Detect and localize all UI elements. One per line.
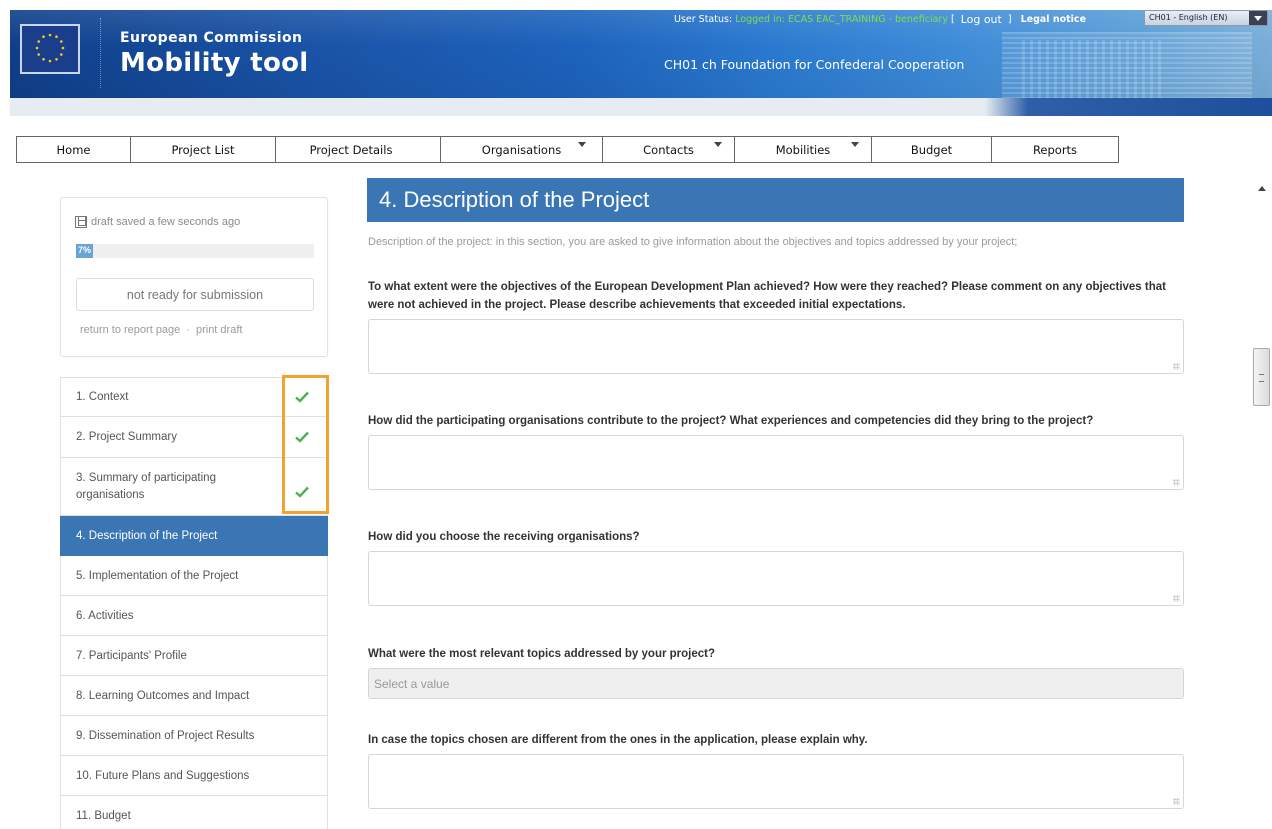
section-item-learning-outcomes[interactable]: 8. Learning Outcomes and Impact xyxy=(60,676,328,716)
section-description: Description of the project: in this sect… xyxy=(368,236,1018,248)
chevron-down-icon xyxy=(851,142,859,147)
nav-organisations[interactable]: Organisations xyxy=(441,137,603,162)
organisation-name: CH01 ch Foundation for Confederal Cooper… xyxy=(664,57,965,72)
draft-status-text: draft saved a few seconds ago xyxy=(91,216,241,228)
checkmark-icon xyxy=(295,391,309,403)
section-list: 1. Context 2. Project Summary 3. Summary… xyxy=(60,377,328,829)
checkmark-icon xyxy=(295,486,309,498)
nav-label: Contacts xyxy=(643,142,694,157)
nav-home[interactable]: Home xyxy=(17,137,131,162)
brand-commission: European Commission xyxy=(120,30,303,46)
nav-label: Project Details xyxy=(309,142,393,157)
question-topics-difference: In case the topics chosen are different … xyxy=(368,734,868,746)
report-links: return to report page · print draft xyxy=(80,324,242,336)
draft-status: draft saved a few seconds ago xyxy=(75,216,240,228)
language-select[interactable]: CH01 - English (EN) xyxy=(1144,10,1268,26)
section-item-dissemination[interactable]: 9. Dissemination of Project Results xyxy=(60,716,328,756)
section-label: 9. Dissemination of Project Results xyxy=(76,729,255,742)
section-label: 10. Future Plans and Suggestions xyxy=(76,769,250,782)
print-draft-link[interactable]: print draft xyxy=(196,324,242,336)
question-organisations-contribution: How did the participating organisations … xyxy=(368,415,1094,427)
nav-project-details[interactable]: Project Details xyxy=(276,137,441,162)
checkmark-icon xyxy=(295,431,309,443)
resize-grip-icon[interactable] xyxy=(1173,798,1180,805)
nav-label: Mobilities xyxy=(775,142,831,157)
section-label: 1. Context xyxy=(76,391,129,403)
draft-status-panel: draft saved a few seconds ago 7% not rea… xyxy=(60,197,328,357)
section-label: 2. Project Summary xyxy=(76,431,177,443)
main-nav: Home Project List Project Details Organi… xyxy=(16,136,1119,163)
nav-project-list[interactable]: Project List xyxy=(131,137,276,162)
bracket-close: ] xyxy=(1007,13,1012,25)
header-strip xyxy=(10,98,1272,116)
bracket-open: [ xyxy=(950,13,955,25)
user-status-value: Logged in: ECAS EAC_TRAINING - beneficia… xyxy=(735,13,948,25)
section-item-budget[interactable]: 11. Budget xyxy=(60,796,328,829)
submission-status-label: not ready for submission xyxy=(126,287,264,302)
section-item-context[interactable]: 1. Context xyxy=(60,377,328,417)
save-icon xyxy=(75,216,87,228)
resize-grip-icon[interactable] xyxy=(1173,479,1180,486)
nav-reports[interactable]: Reports xyxy=(992,137,1118,162)
section-label: 4. Description of the Project xyxy=(76,529,218,542)
brand-title: Mobility tool xyxy=(120,48,309,78)
section-label: 8. Learning Outcomes and Impact xyxy=(76,689,250,702)
section-item-future-plans[interactable]: 10. Future Plans and Suggestions xyxy=(60,756,328,796)
topics-select-placeholder: Select a value xyxy=(374,676,450,691)
section-item-project-summary[interactable]: 2. Project Summary xyxy=(60,417,328,458)
nav-label: Home xyxy=(56,142,91,157)
scrollbar-thumb[interactable] xyxy=(1253,348,1270,406)
page-title: 4. Description of the Project xyxy=(367,178,1184,222)
section-label: 3. Summary of participating organisation… xyxy=(76,471,216,501)
legal-notice-link[interactable]: Legal notice xyxy=(1021,14,1086,25)
section-label: 6. Activities xyxy=(76,609,134,622)
banner-building-art xyxy=(1002,32,1252,98)
nav-budget[interactable]: Budget xyxy=(872,137,992,162)
nav-label: Organisations xyxy=(481,142,562,157)
scroll-up-icon[interactable] xyxy=(1258,186,1266,191)
nav-label: Reports xyxy=(1032,142,1078,157)
submission-status-button[interactable]: not ready for submission xyxy=(76,278,314,311)
section-label: 11. Budget xyxy=(76,809,131,822)
question-receiving-organisations: How did you choose the receiving organis… xyxy=(368,531,640,543)
page-scrollbar[interactable] xyxy=(1252,178,1272,829)
chevron-down-icon xyxy=(1249,11,1267,25)
receiving-organisations-textarea[interactable] xyxy=(368,551,1184,606)
header-strip-accent xyxy=(985,98,1272,116)
section-item-participants-profile[interactable]: 7. Participants' Profile xyxy=(60,636,328,676)
user-status-bar: User Status: Logged in: ECAS EAC_TRAININ… xyxy=(674,11,1086,27)
topics-difference-textarea[interactable] xyxy=(368,754,1184,809)
link-separator: · xyxy=(186,324,190,336)
objectives-textarea[interactable] xyxy=(368,319,1184,374)
return-to-report-link[interactable]: return to report page xyxy=(80,324,180,336)
resize-grip-icon[interactable] xyxy=(1173,363,1180,370)
completion-progress-bar: 7% xyxy=(76,244,314,258)
section-item-implementation[interactable]: 5. Implementation of the Project xyxy=(60,556,328,596)
nav-contacts[interactable]: Contacts xyxy=(603,137,735,162)
question-relevant-topics: What were the most relevant topics addre… xyxy=(368,648,716,660)
user-status-label: User Status: xyxy=(674,13,733,25)
resize-grip-icon[interactable] xyxy=(1173,595,1180,602)
mobility-tool-page: { "header": { "brand_top": "European Com… xyxy=(0,0,1272,829)
nav-label: Project List xyxy=(171,142,235,157)
section-label: 5. Implementation of the Project xyxy=(76,569,239,582)
chevron-down-icon xyxy=(714,142,722,147)
progress-label: 7% xyxy=(78,245,92,255)
chevron-down-icon xyxy=(578,142,586,147)
section-item-activities[interactable]: 6. Activities xyxy=(60,596,328,636)
nav-label: Budget xyxy=(910,142,953,157)
page-title-text: 4. Description of the Project xyxy=(379,187,650,212)
question-objectives: To what extent were the objectives of th… xyxy=(368,281,1166,311)
eu-flag-logo xyxy=(20,24,80,74)
topics-select[interactable]: Select a value xyxy=(368,668,1184,699)
nav-mobilities[interactable]: Mobilities xyxy=(735,137,872,162)
section-item-participating-organisations[interactable]: 3. Summary of participating organisation… xyxy=(60,458,328,516)
header-divider xyxy=(100,18,101,88)
logout-link[interactable]: Log out xyxy=(961,13,1002,26)
contribution-textarea[interactable] xyxy=(368,435,1184,490)
language-select-value: CH01 - English (EN) xyxy=(1149,13,1228,22)
section-item-description[interactable]: 4. Description of the Project xyxy=(60,516,328,556)
section-label: 7. Participants' Profile xyxy=(76,649,187,662)
